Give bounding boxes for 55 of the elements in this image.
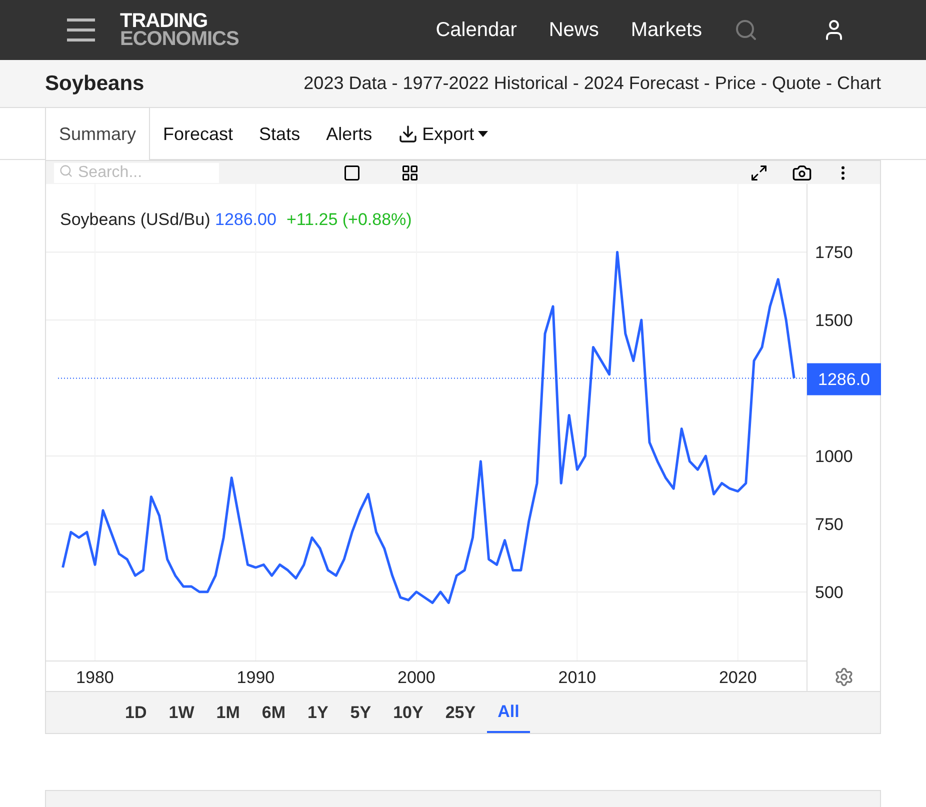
nav-link[interactable]: Calendar — [436, 15, 517, 45]
camera-icon[interactable] — [792, 162, 812, 182]
title-link[interactable]: Chart — [836, 70, 881, 97]
separator-text: - — [704, 72, 710, 95]
range-button[interactable]: 5Y — [339, 692, 382, 733]
range-button[interactable]: 1M — [205, 692, 251, 733]
separator-text: - — [572, 72, 579, 95]
y-axis-label: 1750 — [815, 243, 853, 262]
y-axis-label: 750 — [815, 514, 844, 534]
search-field[interactable]: Search... — [54, 162, 219, 182]
range-button[interactable]: 6M — [250, 692, 296, 733]
logo-text[interactable]: TRADING — [120, 12, 239, 30]
square-icon[interactable] — [343, 164, 361, 182]
expand-icon[interactable] — [750, 164, 768, 182]
title-link[interactable]: Quote — [772, 70, 821, 97]
ref-line-label: 1286.0 — [818, 370, 870, 390]
settings-icon[interactable] — [836, 668, 852, 686]
caret-icon — [478, 131, 488, 137]
search-icon — [59, 164, 73, 178]
title-link[interactable]: 1977-2022 Historical — [402, 70, 568, 97]
download-icon — [398, 124, 418, 144]
logo-text[interactable]: ECONOMICS — [120, 30, 239, 48]
tab[interactable]: Export — [385, 108, 502, 160]
x-axis-label: 2000 — [398, 668, 436, 687]
range-button[interactable]: 1W — [158, 692, 206, 733]
tab[interactable]: Alerts — [313, 108, 386, 160]
page-title: Soybeans — [45, 70, 144, 97]
tab[interactable]: Stats — [246, 108, 314, 160]
title-link[interactable]: 2024 Forecast — [584, 70, 699, 97]
range-button[interactable]: 10Y — [382, 692, 434, 733]
menu-icon[interactable] — [66, 18, 96, 42]
range-button[interactable]: 1Y — [296, 692, 340, 733]
y-axis-label: 500 — [815, 582, 844, 602]
tab[interactable]: Summary — [45, 108, 150, 160]
range-button[interactable]: 1D — [114, 692, 158, 733]
search-icon[interactable] — [734, 18, 758, 42]
separator-text: - — [392, 72, 398, 95]
x-axis-label: 2020 — [718, 668, 757, 687]
x-axis-label: 2010 — [558, 668, 596, 687]
nav-link[interactable]: News — [548, 15, 599, 45]
range-button[interactable]: All — [486, 692, 530, 733]
title-link[interactable]: Price — [714, 70, 756, 97]
separator-text: - — [826, 72, 832, 95]
price-tag: 1286.0 — [807, 363, 881, 396]
chart-legend: Soybeans (USd/Bu) 1286.00 +11.25 (+0.88%) — [60, 210, 412, 229]
tab[interactable]: Forecast — [150, 108, 246, 160]
y-axis-label: 1000 — [815, 447, 853, 466]
nav-link[interactable]: Markets — [630, 15, 702, 45]
x-axis-label: 1980 — [76, 668, 114, 687]
y-axis-label: 1500 — [815, 311, 853, 330]
grid-icon[interactable] — [401, 164, 419, 182]
title-link[interactable]: 2023 Data — [304, 70, 387, 97]
range-button[interactable]: 25Y — [434, 692, 487, 733]
x-axis-label: 1990 — [236, 668, 275, 687]
separator-text: - — [760, 72, 767, 95]
